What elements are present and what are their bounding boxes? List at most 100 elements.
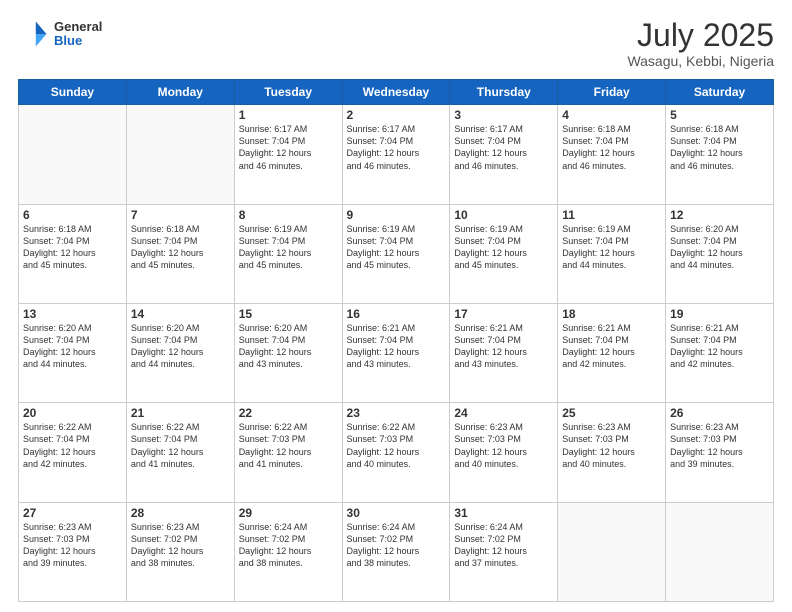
calendar-cell: 18Sunrise: 6:21 AM Sunset: 7:04 PM Dayli… — [558, 303, 666, 402]
calendar-cell: 9Sunrise: 6:19 AM Sunset: 7:04 PM Daylig… — [342, 204, 450, 303]
calendar-cell: 1Sunrise: 6:17 AM Sunset: 7:04 PM Daylig… — [234, 105, 342, 204]
month-year: July 2025 — [627, 18, 774, 53]
calendar-day-header: Wednesday — [342, 80, 450, 105]
day-info: Sunrise: 6:22 AM Sunset: 7:03 PM Dayligh… — [239, 421, 338, 470]
day-number: 13 — [23, 307, 122, 321]
day-number: 11 — [562, 208, 661, 222]
logo-icon — [18, 18, 50, 50]
calendar-cell: 10Sunrise: 6:19 AM Sunset: 7:04 PM Dayli… — [450, 204, 558, 303]
calendar-cell — [19, 105, 127, 204]
day-info: Sunrise: 6:18 AM Sunset: 7:04 PM Dayligh… — [670, 123, 769, 172]
calendar-cell: 16Sunrise: 6:21 AM Sunset: 7:04 PM Dayli… — [342, 303, 450, 402]
day-info: Sunrise: 6:20 AM Sunset: 7:04 PM Dayligh… — [131, 322, 230, 371]
day-info: Sunrise: 6:23 AM Sunset: 7:03 PM Dayligh… — [454, 421, 553, 470]
calendar-day-header: Tuesday — [234, 80, 342, 105]
day-info: Sunrise: 6:17 AM Sunset: 7:04 PM Dayligh… — [347, 123, 446, 172]
day-number: 25 — [562, 406, 661, 420]
day-info: Sunrise: 6:17 AM Sunset: 7:04 PM Dayligh… — [454, 123, 553, 172]
calendar-cell: 29Sunrise: 6:24 AM Sunset: 7:02 PM Dayli… — [234, 502, 342, 601]
logo-general: General — [54, 20, 102, 34]
calendar-cell: 6Sunrise: 6:18 AM Sunset: 7:04 PM Daylig… — [19, 204, 127, 303]
day-info: Sunrise: 6:22 AM Sunset: 7:04 PM Dayligh… — [131, 421, 230, 470]
day-number: 5 — [670, 108, 769, 122]
calendar-day-header: Saturday — [666, 80, 774, 105]
calendar-cell: 21Sunrise: 6:22 AM Sunset: 7:04 PM Dayli… — [126, 403, 234, 502]
day-number: 19 — [670, 307, 769, 321]
calendar-cell: 17Sunrise: 6:21 AM Sunset: 7:04 PM Dayli… — [450, 303, 558, 402]
calendar-cell: 12Sunrise: 6:20 AM Sunset: 7:04 PM Dayli… — [666, 204, 774, 303]
day-number: 20 — [23, 406, 122, 420]
logo-text: General Blue — [54, 20, 102, 49]
calendar-cell — [666, 502, 774, 601]
calendar-cell: 11Sunrise: 6:19 AM Sunset: 7:04 PM Dayli… — [558, 204, 666, 303]
day-number: 2 — [347, 108, 446, 122]
day-info: Sunrise: 6:18 AM Sunset: 7:04 PM Dayligh… — [23, 223, 122, 272]
day-info: Sunrise: 6:18 AM Sunset: 7:04 PM Dayligh… — [562, 123, 661, 172]
day-info: Sunrise: 6:23 AM Sunset: 7:02 PM Dayligh… — [131, 521, 230, 570]
day-info: Sunrise: 6:23 AM Sunset: 7:03 PM Dayligh… — [670, 421, 769, 470]
day-number: 18 — [562, 307, 661, 321]
calendar-day-header: Friday — [558, 80, 666, 105]
day-number: 4 — [562, 108, 661, 122]
day-info: Sunrise: 6:21 AM Sunset: 7:04 PM Dayligh… — [347, 322, 446, 371]
calendar-cell — [558, 502, 666, 601]
calendar-cell: 30Sunrise: 6:24 AM Sunset: 7:02 PM Dayli… — [342, 502, 450, 601]
day-info: Sunrise: 6:24 AM Sunset: 7:02 PM Dayligh… — [239, 521, 338, 570]
day-number: 17 — [454, 307, 553, 321]
location: Wasagu, Kebbi, Nigeria — [627, 53, 774, 69]
day-number: 28 — [131, 506, 230, 520]
day-number: 22 — [239, 406, 338, 420]
calendar-week-row: 13Sunrise: 6:20 AM Sunset: 7:04 PM Dayli… — [19, 303, 774, 402]
day-info: Sunrise: 6:19 AM Sunset: 7:04 PM Dayligh… — [454, 223, 553, 272]
calendar-cell: 13Sunrise: 6:20 AM Sunset: 7:04 PM Dayli… — [19, 303, 127, 402]
calendar-cell: 15Sunrise: 6:20 AM Sunset: 7:04 PM Dayli… — [234, 303, 342, 402]
day-info: Sunrise: 6:24 AM Sunset: 7:02 PM Dayligh… — [454, 521, 553, 570]
day-number: 14 — [131, 307, 230, 321]
calendar-day-header: Sunday — [19, 80, 127, 105]
day-number: 31 — [454, 506, 553, 520]
day-info: Sunrise: 6:17 AM Sunset: 7:04 PM Dayligh… — [239, 123, 338, 172]
calendar-day-header: Thursday — [450, 80, 558, 105]
day-number: 26 — [670, 406, 769, 420]
calendar-cell: 26Sunrise: 6:23 AM Sunset: 7:03 PM Dayli… — [666, 403, 774, 502]
day-info: Sunrise: 6:22 AM Sunset: 7:04 PM Dayligh… — [23, 421, 122, 470]
day-info: Sunrise: 6:20 AM Sunset: 7:04 PM Dayligh… — [23, 322, 122, 371]
day-number: 15 — [239, 307, 338, 321]
day-number: 9 — [347, 208, 446, 222]
day-info: Sunrise: 6:20 AM Sunset: 7:04 PM Dayligh… — [670, 223, 769, 272]
calendar-cell: 25Sunrise: 6:23 AM Sunset: 7:03 PM Dayli… — [558, 403, 666, 502]
logo: General Blue — [18, 18, 102, 50]
calendar-cell: 4Sunrise: 6:18 AM Sunset: 7:04 PM Daylig… — [558, 105, 666, 204]
calendar-table: SundayMondayTuesdayWednesdayThursdayFrid… — [18, 79, 774, 602]
day-info: Sunrise: 6:24 AM Sunset: 7:02 PM Dayligh… — [347, 521, 446, 570]
day-number: 21 — [131, 406, 230, 420]
calendar-cell: 23Sunrise: 6:22 AM Sunset: 7:03 PM Dayli… — [342, 403, 450, 502]
day-number: 1 — [239, 108, 338, 122]
day-number: 23 — [347, 406, 446, 420]
logo-blue: Blue — [54, 34, 102, 48]
calendar-cell: 14Sunrise: 6:20 AM Sunset: 7:04 PM Dayli… — [126, 303, 234, 402]
calendar-cell: 22Sunrise: 6:22 AM Sunset: 7:03 PM Dayli… — [234, 403, 342, 502]
calendar-cell: 2Sunrise: 6:17 AM Sunset: 7:04 PM Daylig… — [342, 105, 450, 204]
calendar-week-row: 1Sunrise: 6:17 AM Sunset: 7:04 PM Daylig… — [19, 105, 774, 204]
day-number: 10 — [454, 208, 553, 222]
day-number: 6 — [23, 208, 122, 222]
day-info: Sunrise: 6:21 AM Sunset: 7:04 PM Dayligh… — [562, 322, 661, 371]
day-number: 7 — [131, 208, 230, 222]
day-info: Sunrise: 6:20 AM Sunset: 7:04 PM Dayligh… — [239, 322, 338, 371]
calendar-cell: 20Sunrise: 6:22 AM Sunset: 7:04 PM Dayli… — [19, 403, 127, 502]
day-info: Sunrise: 6:21 AM Sunset: 7:04 PM Dayligh… — [670, 322, 769, 371]
calendar-cell: 8Sunrise: 6:19 AM Sunset: 7:04 PM Daylig… — [234, 204, 342, 303]
calendar-week-row: 20Sunrise: 6:22 AM Sunset: 7:04 PM Dayli… — [19, 403, 774, 502]
calendar-cell: 31Sunrise: 6:24 AM Sunset: 7:02 PM Dayli… — [450, 502, 558, 601]
calendar-cell — [126, 105, 234, 204]
title-block: July 2025 Wasagu, Kebbi, Nigeria — [627, 18, 774, 69]
calendar-week-row: 6Sunrise: 6:18 AM Sunset: 7:04 PM Daylig… — [19, 204, 774, 303]
day-number: 12 — [670, 208, 769, 222]
calendar-cell: 24Sunrise: 6:23 AM Sunset: 7:03 PM Dayli… — [450, 403, 558, 502]
calendar-cell: 27Sunrise: 6:23 AM Sunset: 7:03 PM Dayli… — [19, 502, 127, 601]
calendar-cell: 28Sunrise: 6:23 AM Sunset: 7:02 PM Dayli… — [126, 502, 234, 601]
day-info: Sunrise: 6:19 AM Sunset: 7:04 PM Dayligh… — [347, 223, 446, 272]
header: General Blue July 2025 Wasagu, Kebbi, Ni… — [18, 18, 774, 69]
page: General Blue July 2025 Wasagu, Kebbi, Ni… — [0, 0, 792, 612]
